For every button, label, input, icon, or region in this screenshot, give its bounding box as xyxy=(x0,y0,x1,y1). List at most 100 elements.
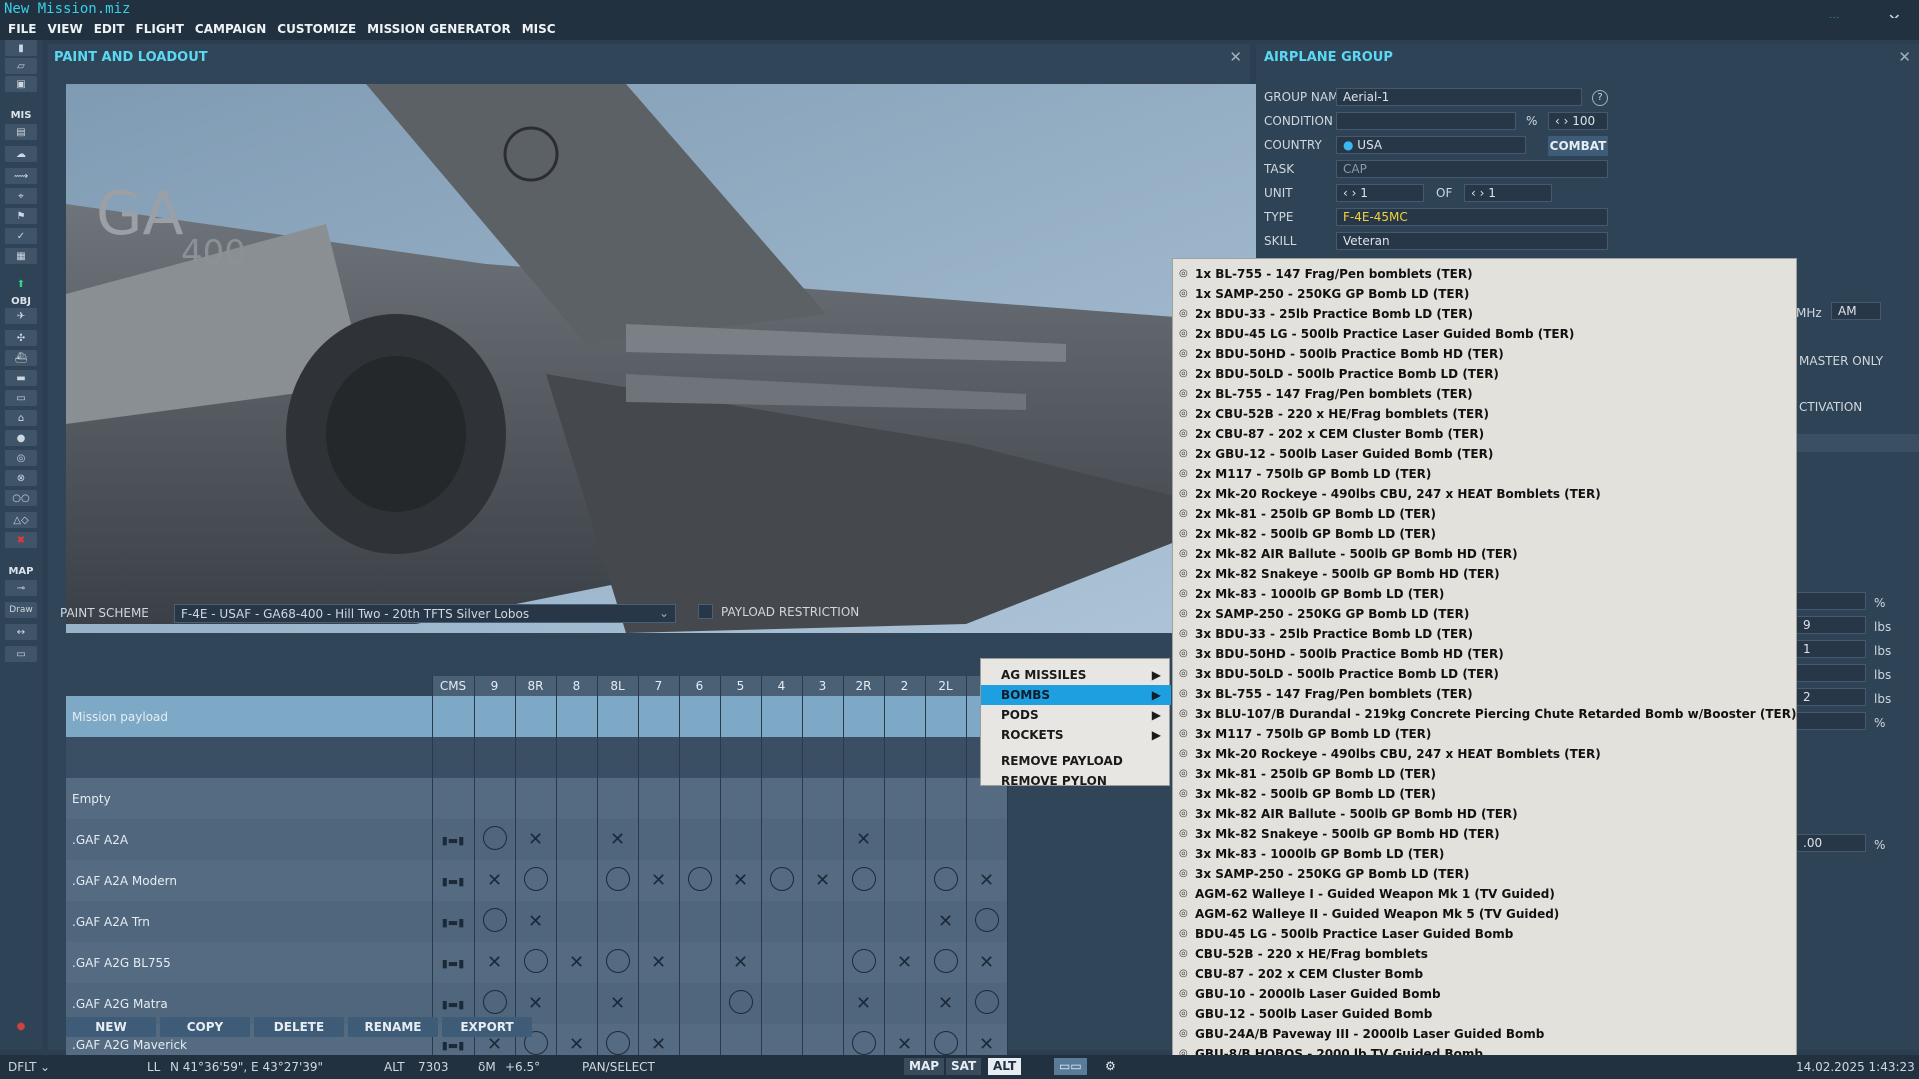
pylon-cell[interactable] xyxy=(761,983,803,1024)
pylon-cell[interactable] xyxy=(474,778,516,819)
rename-button[interactable]: RENAME xyxy=(348,1017,438,1037)
condition-stepper[interactable]: ‹ › 100 xyxy=(1548,112,1608,130)
bomb-option[interactable]: 2x CBU-52B - 220 x HE/Frag bomblets (TER… xyxy=(1195,407,1489,421)
pylon-cell[interactable] xyxy=(802,696,844,737)
pylon-cell[interactable] xyxy=(515,778,557,819)
record-icon[interactable]: ● xyxy=(5,1018,37,1034)
pylon-cell[interactable] xyxy=(802,983,844,1024)
pylon-cell[interactable] xyxy=(679,819,721,860)
pylon-cell[interactable] xyxy=(843,1024,885,1056)
weight-field-6[interactable] xyxy=(1796,712,1866,730)
pylon-cell[interactable]: ✕ xyxy=(638,942,680,983)
bomb-option[interactable]: 3x Mk-83 - 1000lb GP Bomb LD (TER) xyxy=(1195,847,1444,861)
ruler-icon[interactable]: ↔ xyxy=(5,624,37,640)
pylon-cell[interactable] xyxy=(843,860,885,901)
pylon-cell[interactable] xyxy=(515,696,557,737)
pylon-cell[interactable] xyxy=(638,901,680,942)
menu-item-remove-payload[interactable]: REMOVE PAYLOAD xyxy=(981,751,1171,771)
bomb-option[interactable]: 3x BL-755 - 147 Frag/Pen bomblets (TER) xyxy=(1195,687,1473,701)
pylon-cell[interactable] xyxy=(966,819,1008,860)
pylon-cell[interactable] xyxy=(802,942,844,983)
menu-item-bombs[interactable]: BOMBS ▶ xyxy=(981,685,1171,705)
pylon-cell[interactable] xyxy=(761,860,803,901)
pylon-cell[interactable] xyxy=(638,778,680,819)
pylon-cell[interactable] xyxy=(679,942,721,983)
pylon-cell[interactable] xyxy=(720,1024,762,1056)
pylon-cell[interactable]: ✕ xyxy=(638,860,680,901)
pylon-cell[interactable] xyxy=(432,696,475,737)
weather-icon[interactable]: ☁ xyxy=(5,146,37,162)
bomb-option[interactable]: AGM-62 Walleye I - Guided Weapon Mk 1 (T… xyxy=(1195,887,1555,901)
menu-flight[interactable]: FLIGHT xyxy=(136,22,184,36)
bomb-option[interactable]: BDU-45 LG - 500lb Practice Laser Guided … xyxy=(1195,927,1513,941)
pylon-cell[interactable] xyxy=(884,819,926,860)
bomb-option[interactable]: 2x BDU-45 LG - 500lb Practice Laser Guid… xyxy=(1195,327,1574,341)
table-row[interactable]: .GAF A2A Trn ▮▬▮ ✕ ✕ xyxy=(66,901,1008,942)
pylon-cell[interactable]: ✕ xyxy=(556,1024,598,1056)
zone-icon[interactable]: ⊗ xyxy=(5,470,37,486)
settings-icon[interactable]: ⚙ xyxy=(1100,1058,1121,1075)
bomb-option[interactable]: 3x BLU-107/B Durandal - 219kg Concrete P… xyxy=(1195,707,1796,721)
bomb-option[interactable]: GBU-12 - 500lb Laser Guided Bomb xyxy=(1195,1007,1432,1021)
pylon-cell[interactable] xyxy=(884,901,926,942)
menu-view[interactable]: VIEW xyxy=(48,22,83,36)
up-arrow-icon[interactable]: ⬆ xyxy=(5,276,37,292)
bomb-option[interactable]: 1x SAMP-250 - 250KG GP Bomb LD (TER) xyxy=(1195,287,1469,301)
bomb-option[interactable]: 2x Mk-82 - 500lb GP Bomb LD (TER) xyxy=(1195,527,1436,541)
pylon-cell[interactable] xyxy=(597,778,639,819)
pylon-cell[interactable]: ✕ xyxy=(925,983,967,1024)
bomb-option[interactable]: GBU-24A/B Paveway III - 2000lb Laser Gui… xyxy=(1195,1027,1544,1041)
skill-select[interactable]: Veteran xyxy=(1336,232,1608,250)
pylon-cell[interactable] xyxy=(515,942,557,983)
helicopter-icon[interactable]: ✣ xyxy=(5,330,37,346)
menu-misc[interactable]: MISC xyxy=(522,22,556,36)
pylon-cell[interactable] xyxy=(925,696,967,737)
pylon-cell[interactable]: ▮▬▮ xyxy=(432,860,475,901)
pylon-cell[interactable] xyxy=(843,901,885,942)
pylon-cell[interactable]: ✕ xyxy=(843,819,885,860)
bomb-option[interactable]: 2x BDU-50LD - 500lb Practice Bomb LD (TE… xyxy=(1195,367,1499,381)
group-name-input[interactable]: Aerial-1 xyxy=(1336,88,1582,106)
pylon-cell[interactable] xyxy=(761,942,803,983)
bomb-option[interactable]: 3x Mk-82 - 500lb GP Bomb LD (TER) xyxy=(1195,787,1436,801)
bomb-option[interactable]: 3x Mk-82 AIR Ballute - 500lb GP Bomb HD … xyxy=(1195,807,1518,821)
bomb-option[interactable]: GBU-10 - 2000lb Laser Guided Bomb xyxy=(1195,987,1441,1001)
bomb-option[interactable]: 2x BDU-50HD - 500lb Practice Bomb HD (TE… xyxy=(1195,347,1504,361)
route-icon[interactable]: ⟿ xyxy=(5,168,37,184)
target-icon[interactable]: ◎ xyxy=(5,450,37,466)
value-field[interactable]: .00 xyxy=(1796,834,1866,852)
pylon-cell[interactable] xyxy=(556,901,598,942)
bomb-option[interactable]: 3x Mk-81 - 250lb GP Bomb LD (TER) xyxy=(1195,767,1436,781)
pylon-cell[interactable]: ▮▬▮ xyxy=(432,901,475,942)
menu-file[interactable]: FILE xyxy=(8,22,37,36)
open-file-icon[interactable]: ▱ xyxy=(5,58,37,74)
bomb-option[interactable]: 2x M117 - 750lb GP Bomb LD (TER) xyxy=(1195,467,1431,481)
pylon-cell[interactable] xyxy=(720,696,762,737)
bomb-option[interactable]: 3x Mk-82 Snakeye - 500lb GP Bomb HD (TER… xyxy=(1195,827,1500,841)
weight-field-1[interactable] xyxy=(1796,592,1866,610)
pylon-cell[interactable] xyxy=(679,1024,721,1056)
pylon-cell[interactable] xyxy=(761,778,803,819)
modulation-select[interactable]: AM xyxy=(1831,302,1881,320)
static-icon[interactable]: ▭ xyxy=(5,390,37,406)
menu-item-ag-missiles[interactable]: AG MISSILES ▶ xyxy=(981,665,1171,685)
menu-item-pods[interactable]: PODS ▶ xyxy=(981,705,1171,725)
pylon-cell[interactable] xyxy=(843,942,885,983)
grid-icon[interactable]: ▦ xyxy=(5,248,37,264)
pylon-cell[interactable] xyxy=(556,983,598,1024)
formation-icon[interactable]: ○○ xyxy=(5,490,37,506)
pylon-cell[interactable] xyxy=(556,778,598,819)
bomb-option[interactable]: 2x BDU-33 - 25lb Practice Bomb LD (TER) xyxy=(1195,307,1473,321)
vehicle-icon[interactable]: ▬ xyxy=(5,370,37,386)
payload-restriction-checkbox[interactable] xyxy=(698,604,713,619)
pylon-cell[interactable] xyxy=(679,901,721,942)
paint-scheme-select[interactable]: F-4E - USAF - GA68-400 - Hill Two - 20th… xyxy=(174,604,676,623)
bomb-option[interactable]: 3x BDU-50HD - 500lb Practice Bomb HD (TE… xyxy=(1195,647,1504,661)
pylon-cell[interactable]: ✕ xyxy=(966,860,1008,901)
pylon-cell[interactable] xyxy=(474,696,516,737)
table-row[interactable]: Empty xyxy=(66,778,1008,819)
bomb-option[interactable]: 2x BL-755 - 147 Frag/Pen bomblets (TER) xyxy=(1195,387,1473,401)
weight-field-3[interactable]: 1 xyxy=(1796,640,1866,658)
bomb-option[interactable]: AGM-62 Walleye II - Guided Weapon Mk 5 (… xyxy=(1195,907,1559,921)
pylon-cell[interactable] xyxy=(802,1024,844,1056)
